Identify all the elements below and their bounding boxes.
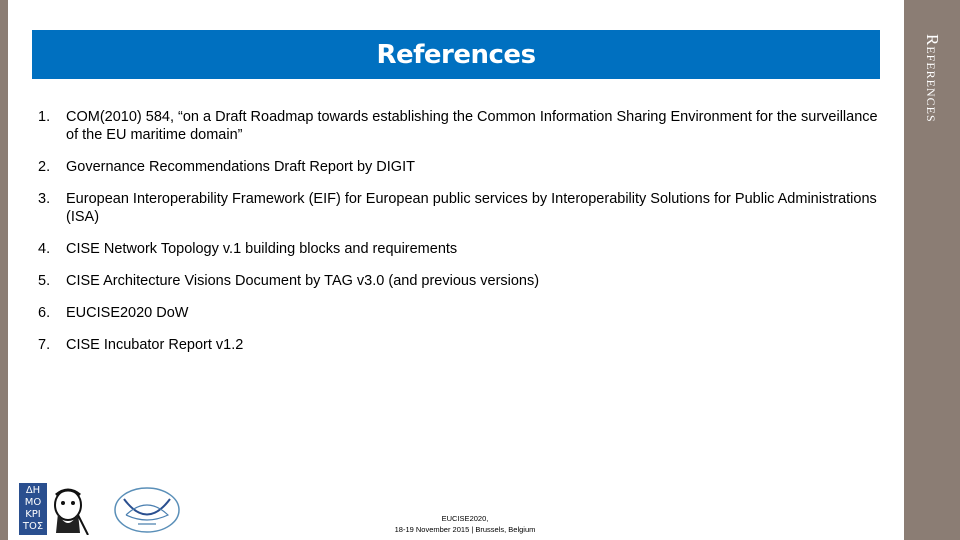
references-list: 1. COM(2010) 584, “on a Draft Roadmap tow… [38, 108, 878, 368]
reference-item: 1. COM(2010) 584, “on a Draft Roadmap tow… [38, 108, 878, 144]
footer-event: EUCISE2020, [441, 514, 489, 523]
reference-number: 3. [38, 191, 51, 207]
reference-number: 5. [38, 273, 51, 289]
reference-item: 6. EUCISE2020 DoW [38, 304, 878, 322]
reference-text: CISE Incubator Report v1.2 [66, 337, 244, 353]
reference-item: 4. CISE Network Topology v.1 building blo… [38, 240, 878, 258]
demokritos-logo: ΔΗ ΜΟ ΚΡΙ ΤΟΣ [19, 483, 91, 535]
reference-number: 7. [38, 337, 51, 353]
footer: EUCISE2020, 18-19 November 2015 | Brusse… [352, 514, 578, 535]
reference-item: 3. European Interoperability Framework (E… [38, 190, 878, 226]
footer-date-location: 18-19 November 2015 | Brussels, Belgium [394, 525, 536, 534]
reference-text: CISE Architecture Visions Document by TA… [66, 273, 540, 289]
left-accent-bar [0, 0, 8, 540]
reference-text: COM(2010) 584, “on a Draft Roadmap towar… [66, 109, 878, 143]
reference-number: 1. [38, 109, 51, 125]
reference-number: 4. [38, 241, 51, 257]
reference-text: European Interoperability Framework (EIF… [66, 191, 877, 225]
reference-text: EUCISE2020 DoW [66, 305, 189, 321]
demokritos-portrait-icon [54, 488, 89, 535]
reference-number: 6. [38, 305, 51, 321]
reference-text: Governance Recommendations Draft Report … [66, 159, 415, 175]
slide-title: References [376, 39, 536, 70]
reference-item: 2. Governance Recommendations Draft Repor… [38, 158, 878, 176]
reference-item: 5. CISE Architecture Visions Document by … [38, 272, 878, 290]
partner-logo-icon [114, 487, 180, 533]
side-section-title: References [904, 0, 960, 200]
reference-item: 7. CISE Incubator Report v1.2 [38, 336, 878, 354]
reference-number: 2. [38, 159, 51, 175]
title-band: References [32, 30, 880, 79]
reference-text: CISE Network Topology v.1 building block… [66, 241, 458, 257]
side-title-text: References [923, 34, 942, 123]
demokritos-logo-text: ΔΗ ΜΟ ΚΡΙ ΤΟΣ [19, 483, 47, 535]
